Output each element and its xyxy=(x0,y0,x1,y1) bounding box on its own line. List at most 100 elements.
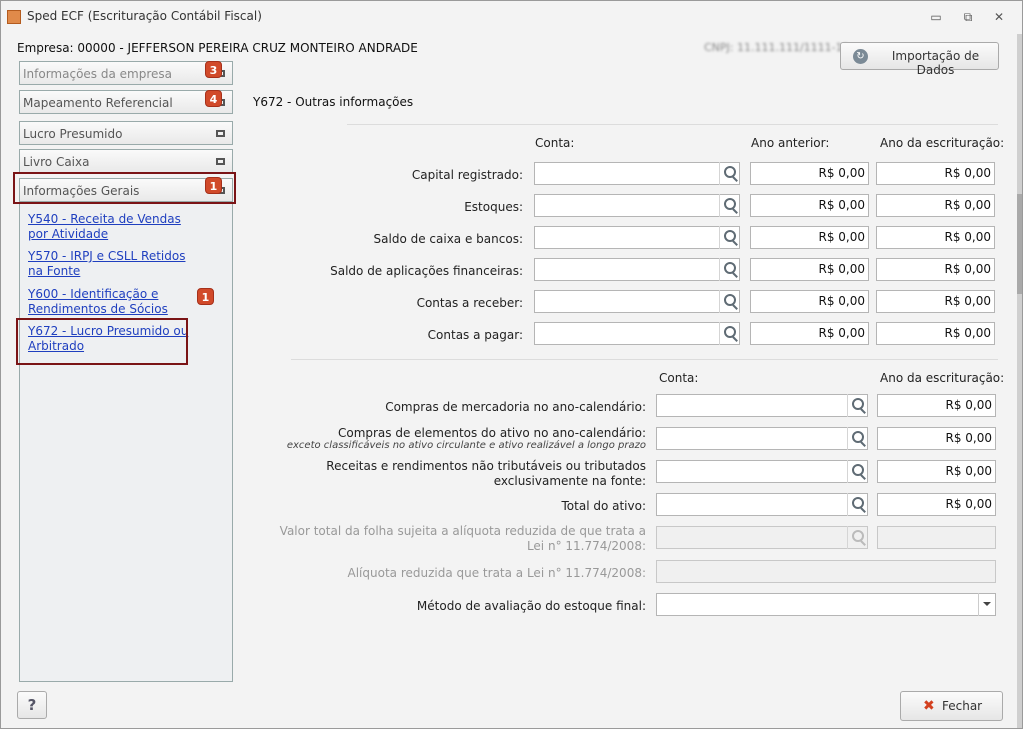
sidebar: Informações da empresa Mapeamento Refere… xyxy=(19,61,233,682)
search-icon[interactable] xyxy=(719,258,739,281)
app-window: Sped ECF (Escrituração Contábil Fiscal) … xyxy=(0,0,1023,729)
section-informacoes-empresa[interactable]: Informações da empresa xyxy=(19,61,233,85)
ano-escrituracao-field[interactable]: R$ 0,00 xyxy=(877,427,996,450)
link-y600[interactable]: Y600 - Identificação e Rendimentos de Só… xyxy=(28,287,193,317)
title-bar: Sped ECF (Escrituração Contábil Fiscal) … xyxy=(1,1,1022,34)
metodo-avaliacao-select[interactable] xyxy=(656,593,996,616)
conta-field[interactable] xyxy=(534,290,740,313)
collapse-icon[interactable] xyxy=(216,130,225,137)
ano-escrituracao-field[interactable]: R$ 0,00 xyxy=(876,194,995,217)
conta-field[interactable] xyxy=(656,460,868,483)
conta-field[interactable] xyxy=(534,258,740,281)
search-icon[interactable] xyxy=(847,493,867,516)
ano-escrituracao-field[interactable]: R$ 0,00 xyxy=(877,460,996,483)
row-label: Estoques: xyxy=(464,200,523,214)
ano-anterior-field[interactable]: R$ 0,00 xyxy=(750,162,869,185)
form-title: Y672 - Outras informações xyxy=(253,95,414,109)
conta-field[interactable] xyxy=(656,493,868,516)
import-circle-icon: ↻ xyxy=(853,49,868,64)
conta-field[interactable] xyxy=(534,226,740,249)
col-header-conta-2: Conta: xyxy=(659,371,699,385)
close-label: Fechar xyxy=(942,699,983,713)
row-label: Compras de mercadoria no ano-calendário: xyxy=(385,400,646,414)
close-icon[interactable]: ✕ xyxy=(991,10,1007,24)
ano-escrituracao-field[interactable]: R$ 0,00 xyxy=(876,226,995,249)
help-button[interactable]: ? xyxy=(17,691,47,719)
chevron-down-icon[interactable] xyxy=(978,593,995,616)
section-label: Livro Caixa xyxy=(23,155,90,169)
conta-field[interactable] xyxy=(656,427,868,450)
col-header-conta: Conta: xyxy=(535,136,575,150)
window-scrollbar[interactable] xyxy=(1017,34,1022,728)
row-label: Saldo de caixa e bancos: xyxy=(373,232,523,246)
divider xyxy=(291,359,998,360)
row-label: Receitas e rendimentos não tributáveis o… xyxy=(326,459,646,488)
row-label: Capital registrado: xyxy=(411,168,523,182)
help-icon: ? xyxy=(27,696,37,714)
close-button[interactable]: ✖ Fechar xyxy=(900,691,1003,721)
ano-escrituracao-field[interactable]: R$ 0,00 xyxy=(877,493,996,516)
aliquota-field xyxy=(656,560,996,583)
conta-field[interactable] xyxy=(534,162,740,185)
row-label: Total do ativo: xyxy=(561,499,647,513)
search-icon[interactable] xyxy=(719,194,739,217)
row-label: Saldo de aplicações financeiras: xyxy=(330,264,523,278)
row-label: Contas a receber: xyxy=(416,296,523,310)
company-cnpj: CNPJ: 11.111.111/1111-11 xyxy=(704,41,850,54)
row-label: Método de avaliação do estoque final: xyxy=(416,599,646,613)
row-label: Compras de elementos do ativo no ano-cal… xyxy=(337,426,646,440)
row-label-disabled: Valor total da folha sujeita a alíquota … xyxy=(279,524,646,553)
link-y570[interactable]: Y570 - IRPJ e CSLL Retidos na Fonte xyxy=(28,249,193,279)
x-icon: ✖ xyxy=(923,698,935,714)
search-icon[interactable] xyxy=(847,460,867,483)
ano-escrituracao-field[interactable]: R$ 0,00 xyxy=(876,258,995,281)
highlight-box xyxy=(13,172,236,204)
section-livro-caixa[interactable]: Livro Caixa xyxy=(19,149,233,173)
ano-anterior-field[interactable]: R$ 0,00 xyxy=(750,322,869,345)
ano-escrituracao-field[interactable]: R$ 0,00 xyxy=(876,322,995,345)
spreadsheet-icon xyxy=(7,10,21,24)
search-icon[interactable] xyxy=(719,290,739,313)
search-icon[interactable] xyxy=(719,226,739,249)
ano-escrituracao-field[interactable]: R$ 0,00 xyxy=(876,162,995,185)
section-label: Informações da empresa xyxy=(23,67,172,81)
section-mapeamento-referencial[interactable]: Mapeamento Referencial xyxy=(19,90,233,114)
scrollbar-thumb[interactable] xyxy=(1017,194,1022,294)
import-data-label: Importação de Dados xyxy=(891,49,980,77)
search-icon xyxy=(847,526,867,549)
row-label: Contas a pagar: xyxy=(427,328,523,342)
step-badge: 3 xyxy=(205,61,222,78)
section-lucro-presumido[interactable]: Lucro Presumido xyxy=(19,121,233,145)
conta-field[interactable] xyxy=(656,394,868,417)
ano-anterior-field[interactable]: R$ 0,00 xyxy=(750,194,869,217)
col-header-ano-escrituracao-2: Ano da escrituração: xyxy=(880,371,1005,385)
search-icon[interactable] xyxy=(719,322,739,345)
step-badge: 4 xyxy=(205,90,222,107)
col-header-ano-escrituracao: Ano da escrituração: xyxy=(880,136,1005,150)
conta-field[interactable] xyxy=(534,194,740,217)
row-sublabel: exceto classificáveis no ativo circulant… xyxy=(286,440,646,451)
ano-escrituracao-field[interactable]: R$ 0,00 xyxy=(876,290,995,313)
search-icon[interactable] xyxy=(847,427,867,450)
section-label: Lucro Presumido xyxy=(23,127,123,141)
row-label-block: Compras de elementos do ativo no ano-cal… xyxy=(261,426,646,451)
ano-anterior-field[interactable]: R$ 0,00 xyxy=(750,290,869,313)
folha-conta-field xyxy=(656,526,868,549)
ano-anterior-field[interactable]: R$ 0,00 xyxy=(750,258,869,281)
search-icon[interactable] xyxy=(719,162,739,185)
col-header-ano-anterior: Ano anterior: xyxy=(751,136,830,150)
folha-valor-field xyxy=(877,526,996,549)
highlight-box xyxy=(16,318,188,365)
ano-anterior-field[interactable]: R$ 0,00 xyxy=(750,226,869,249)
step-badge: 1 xyxy=(197,288,214,305)
restore-icon[interactable]: ⧉ xyxy=(960,10,976,24)
link-y540[interactable]: Y540 - Receita de Vendas por Atividade xyxy=(28,212,193,242)
search-icon[interactable] xyxy=(847,394,867,417)
conta-field[interactable] xyxy=(534,322,740,345)
section-label: Mapeamento Referencial xyxy=(23,96,173,110)
ano-escrituracao-field[interactable]: R$ 0,00 xyxy=(877,394,996,417)
collapse-icon[interactable] xyxy=(216,158,225,165)
row-label-disabled: Alíquota reduzida que trata a Lei n° 11.… xyxy=(347,566,647,580)
minimize-icon[interactable]: ▭ xyxy=(928,10,944,24)
import-data-button[interactable]: ↻ Importação de Dados xyxy=(840,42,999,77)
